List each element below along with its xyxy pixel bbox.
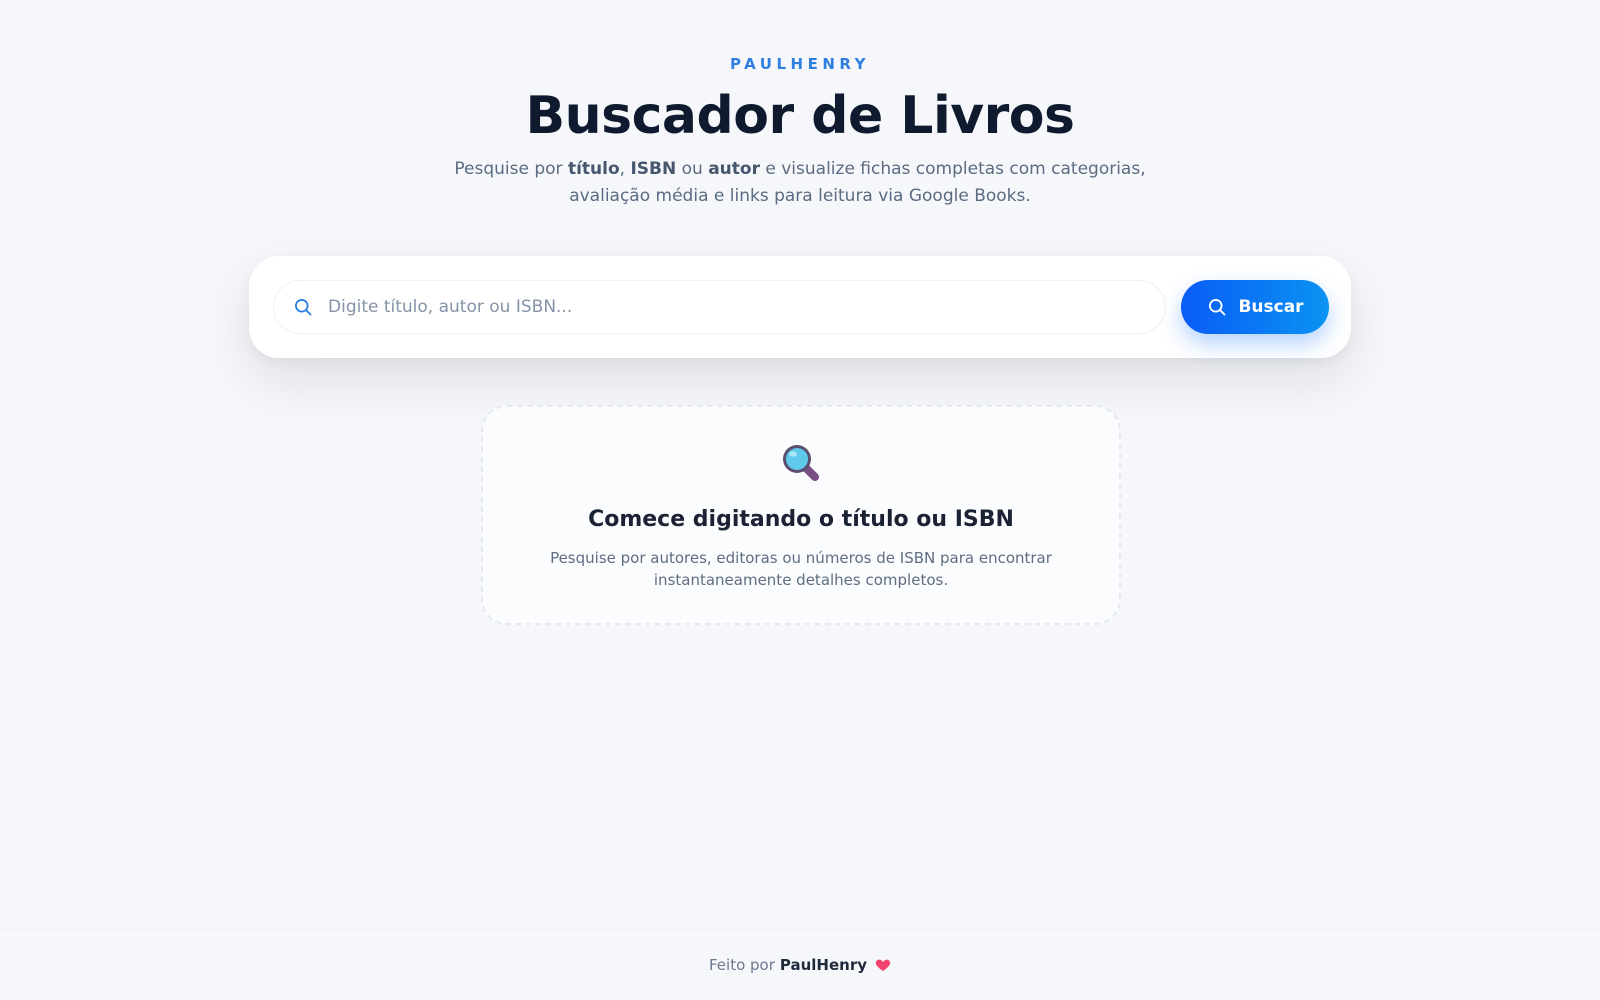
- page: PAULHENRY Buscador de Livros Pesquise po…: [0, 0, 1600, 1000]
- empty-state: Comece digitando o título ou ISBN Pesqui…: [481, 405, 1121, 625]
- search-field[interactable]: [273, 280, 1166, 334]
- subtitle-text-2: ,: [619, 159, 631, 179]
- subtitle-bold-isbn: ISBN: [630, 159, 677, 179]
- magnifying-glass-icon: [779, 441, 823, 485]
- header: PAULHENRY Buscador de Livros Pesquise po…: [0, 54, 1600, 210]
- footer-author: PaulHenry: [779, 955, 868, 974]
- search-button[interactable]: Buscar: [1181, 280, 1329, 334]
- subtitle-text-3: ou: [676, 159, 709, 179]
- brand-label: PAULHENRY: [730, 55, 870, 73]
- search-button-label: Buscar: [1238, 297, 1304, 317]
- subtitle-bold-author: autor: [708, 159, 760, 179]
- heart-icon: [875, 957, 891, 973]
- empty-state-description: Pesquise por autores, editoras ou número…: [550, 549, 1052, 589]
- empty-state-title: Comece digitando o título ou ISBN: [588, 507, 1014, 532]
- page-subtitle: Pesquise por título, ISBN ou autor e vis…: [430, 156, 1170, 210]
- search-card: Buscar: [249, 256, 1351, 358]
- search-icon: [292, 296, 314, 318]
- page-title: Buscador de Livros: [525, 86, 1075, 146]
- subtitle-bold-title: título: [567, 159, 620, 179]
- search-icon: [1206, 296, 1228, 318]
- search-input[interactable]: [328, 297, 1148, 317]
- footer-prefix: Feito por: [708, 955, 775, 974]
- footer: Feito por PaulHenry: [0, 928, 1600, 1000]
- subtitle-text-1: Pesquise por: [454, 159, 568, 179]
